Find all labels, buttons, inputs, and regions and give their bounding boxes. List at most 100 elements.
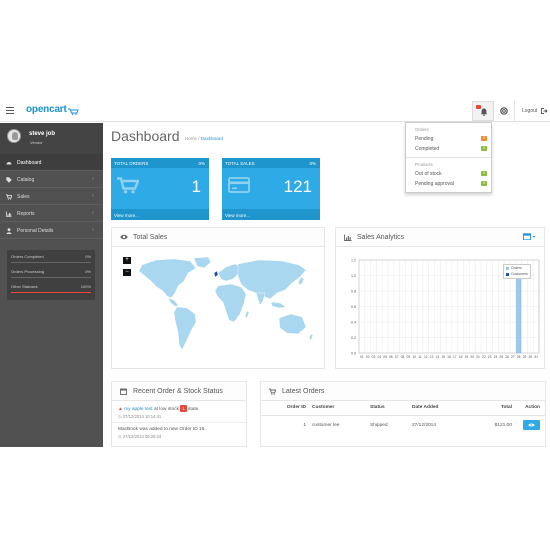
africa-shape[interactable] — [214, 283, 247, 323]
dropdown-header-products: Products — [415, 162, 433, 167]
view-more-link[interactable]: View more... — [222, 209, 320, 220]
x-tick-label: 18 — [459, 355, 463, 359]
breadcrumb: Home / Dashboard — [185, 136, 223, 141]
x-tick-label: 06 — [389, 355, 393, 359]
x-tick-label: 04 — [377, 355, 381, 359]
stat-label: Other Statuses — [11, 284, 38, 289]
legend-label: Orders — [511, 266, 522, 270]
sidebar-item-reports[interactable]: Reports › — [0, 205, 103, 222]
list-item: MacBook was added to new Order ID 15. ◷ … — [112, 423, 246, 445]
count-badge: 0 — [481, 136, 487, 141]
order-customer: customer lee — [312, 423, 340, 429]
world-map[interactable] — [134, 256, 320, 364]
legend-swatch — [506, 266, 509, 270]
column-header[interactable]: Total — [475, 401, 515, 416]
x-tick-label: 16 — [447, 355, 451, 359]
shopping-cart-icon — [117, 177, 139, 194]
stock-badge: 1 — [180, 405, 187, 412]
sign-out-icon[interactable] — [541, 108, 548, 114]
credit-card-icon — [228, 177, 250, 193]
legend-label: Customers — [511, 272, 528, 276]
panel-title: Sales Analytics — [357, 234, 405, 241]
sidebar-item-label: Catalog — [17, 177, 35, 183]
eye-icon — [528, 423, 535, 427]
column-header[interactable]: Status — [367, 401, 409, 416]
x-tick-label: 19 — [465, 355, 469, 359]
user-icon — [6, 228, 12, 234]
stat-value: 0% — [85, 254, 91, 259]
logout-link[interactable]: Logout — [522, 108, 537, 114]
y-tick-label: 0.0 — [351, 351, 356, 355]
sidebar-item-personal-details[interactable]: Personal Details › — [0, 222, 103, 239]
asia-shape[interactable] — [237, 259, 307, 300]
help-lifebuoy-icon[interactable] — [500, 107, 508, 115]
view-order-button[interactable] — [523, 419, 540, 430]
x-tick-label: 17 — [453, 355, 457, 359]
dropdown-item-out-of-stock[interactable]: Out of stock 0 — [415, 171, 487, 178]
panel-header: Latest Orders — [261, 382, 545, 401]
logo: opencart — [26, 104, 67, 115]
legend-item-customers: Customers — [504, 271, 530, 277]
count-badge: 0 — [481, 181, 487, 186]
column-header[interactable]: Customer — [309, 401, 367, 416]
madagascar-shape[interactable] — [244, 310, 250, 319]
sidebar-item-label: Sales — [17, 194, 30, 200]
x-tick-label: 12 — [424, 355, 428, 359]
chevron-right-icon: › — [92, 210, 94, 216]
stat-label: Orders Completed — [11, 254, 44, 259]
x-tick-label: 11 — [418, 355, 422, 359]
bar-chart-icon — [6, 211, 12, 217]
sidebar-item-catalog[interactable]: Catalog › — [0, 171, 103, 188]
total-orders-tile: TOTAL ORDERS 0% 1 View more... — [111, 158, 209, 220]
x-tick-label: 07 — [395, 355, 399, 359]
japan-shape[interactable] — [297, 276, 305, 286]
australia-shape[interactable] — [278, 313, 307, 335]
view-more-link[interactable]: View more... — [111, 209, 209, 220]
column-header[interactable]: Date Added — [409, 401, 475, 416]
dropdown-item-pending[interactable]: Pending 0 — [415, 136, 487, 143]
x-tick-label: 29 — [523, 355, 527, 359]
sidebar-item-dashboard[interactable]: Dashboard — [0, 154, 103, 171]
x-tick-label: 31 — [534, 355, 538, 359]
india-shape[interactable] — [255, 292, 266, 306]
dropdown-divider — [406, 157, 491, 158]
user-name: steve job — [29, 131, 56, 137]
sidebar-item-sales[interactable]: Sales › — [0, 188, 103, 205]
tag-icon — [6, 177, 12, 183]
x-tick-label: 02 — [366, 355, 370, 359]
south-america-shape[interactable] — [173, 306, 197, 351]
dropdown-item-label: Out of stock — [415, 171, 442, 177]
north-america-shape[interactable] — [138, 258, 197, 299]
order-id: 1 — [303, 423, 306, 429]
table-header-row: Order ID Customer Status Date Added Tota… — [261, 401, 545, 416]
y-tick-label: 1.0 — [351, 274, 356, 278]
map-zoom-in-button[interactable]: + — [123, 257, 131, 264]
cart-icon — [6, 194, 12, 200]
sidebar: steve job Vendor Dashboard Catalog › Sal… — [0, 123, 103, 447]
map-zoom-out-button[interactable]: − — [123, 269, 131, 276]
tile-percent: 0% — [198, 161, 205, 166]
central-america-shape[interactable] — [167, 297, 179, 308]
new-zealand-shape[interactable] — [308, 333, 314, 341]
uk-shape[interactable] — [213, 270, 219, 278]
product-link[interactable]: my apple test — [124, 407, 153, 412]
southeast-asia-shape[interactable] — [270, 301, 287, 309]
panel-header: Recent Order & Stock Status — [112, 382, 246, 401]
column-header[interactable]: Order ID — [261, 401, 309, 416]
calendar-icon[interactable] — [523, 233, 536, 240]
breadcrumb-current[interactable]: Dashboard — [201, 136, 223, 141]
eye-icon — [120, 234, 128, 240]
page-title: Dashboard — [111, 128, 180, 144]
user-profile[interactable]: steve job Vendor — [0, 123, 103, 154]
stat-progress-bar — [11, 277, 91, 279]
x-tick-label: 30 — [528, 355, 532, 359]
order-status: Shipped — [370, 423, 388, 429]
notifications-button[interactable] — [472, 101, 494, 121]
chevron-right-icon: › — [92, 227, 94, 233]
breadcrumb-home[interactable]: Home — [185, 136, 197, 141]
dropdown-item-completed[interactable]: Completed 0 — [415, 146, 487, 153]
greenland-shape[interactable] — [193, 256, 212, 269]
y-tick-label: 0.8 — [351, 289, 356, 293]
dropdown-item-pending-approval[interactable]: Pending approval 0 — [415, 181, 487, 188]
menu-toggle-icon[interactable] — [6, 107, 14, 114]
